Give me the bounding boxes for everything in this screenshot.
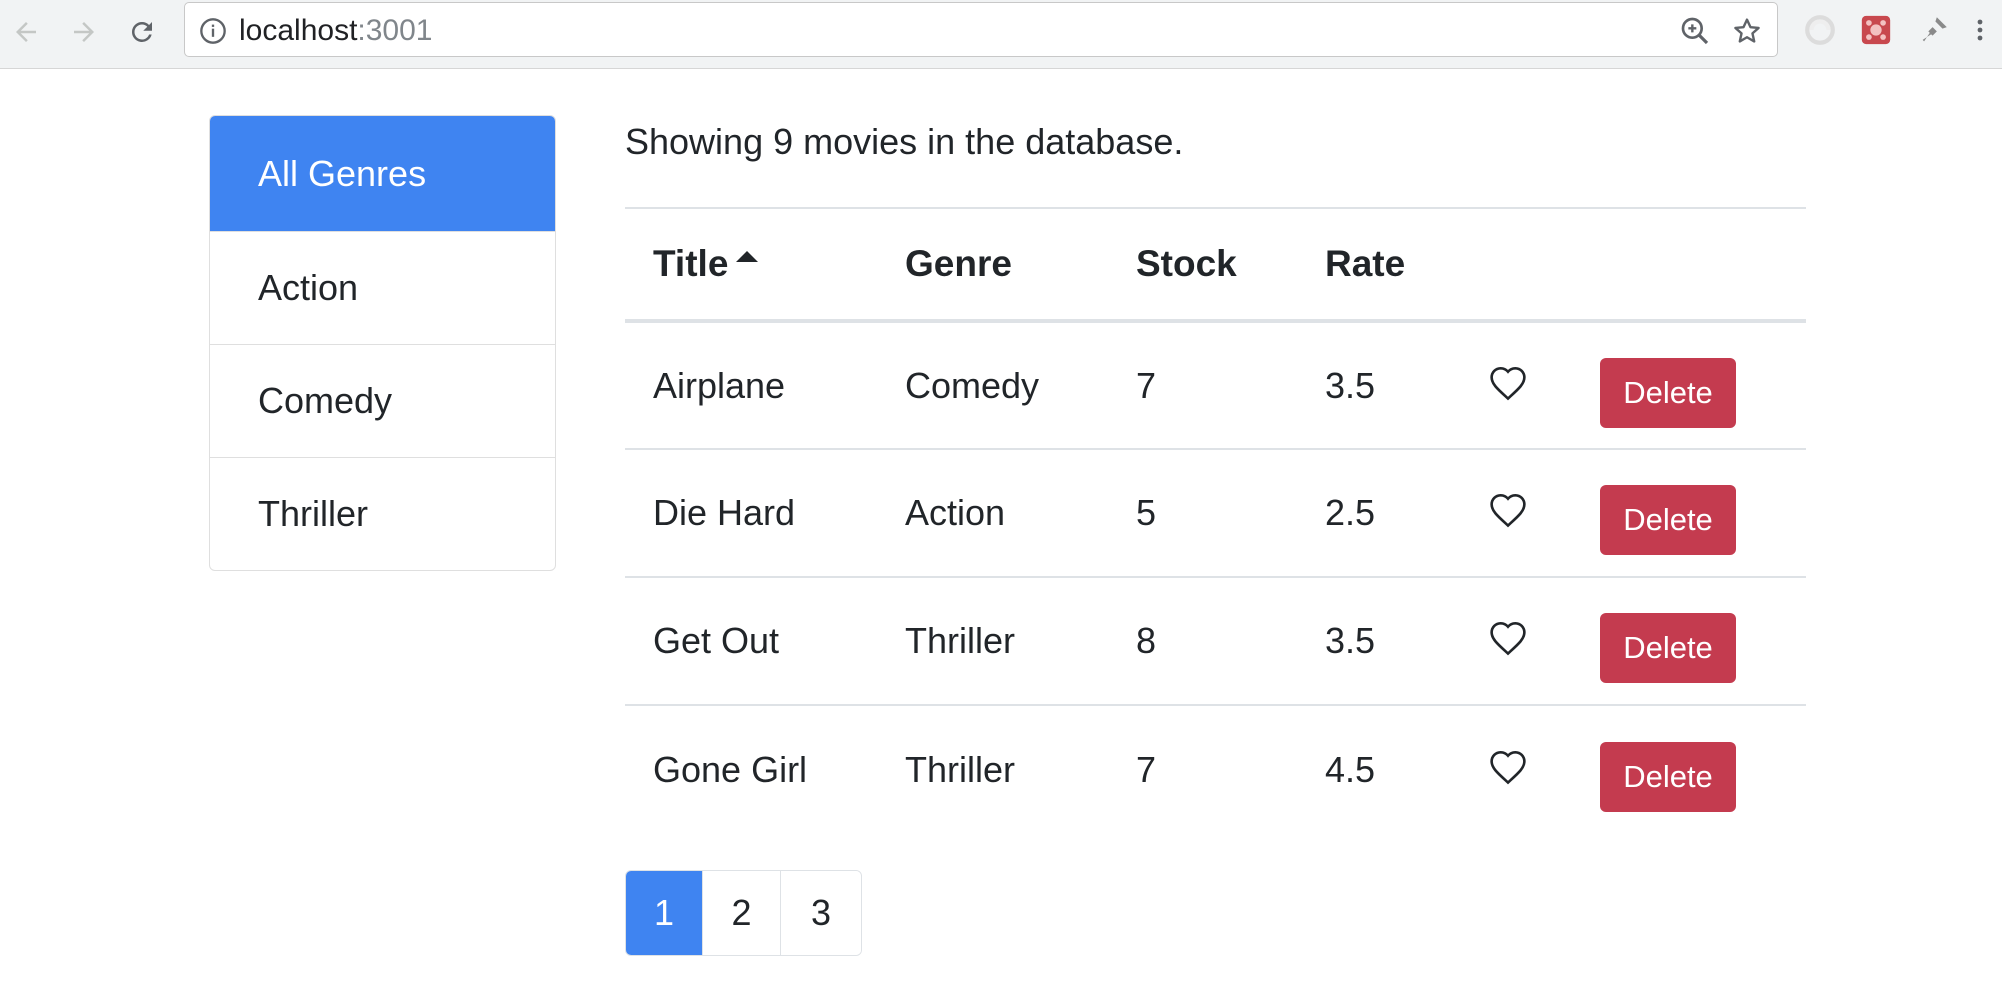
page-link-2[interactable]: 2 bbox=[702, 871, 780, 955]
url-host: localhost bbox=[239, 14, 358, 47]
delete-button[interactable]: Delete bbox=[1600, 741, 1736, 812]
zoom-icon[interactable] bbox=[1679, 15, 1711, 47]
cell-genre: Comedy bbox=[877, 321, 1108, 450]
sort-ascending-icon bbox=[736, 251, 759, 262]
column-header-title[interactable]: Title bbox=[625, 207, 877, 323]
genre-list: All Genres Action Comedy Thriller bbox=[209, 115, 556, 571]
address-bar[interactable]: localhost:3001 bbox=[184, 2, 1778, 57]
heart-outline-icon[interactable] bbox=[1488, 365, 1528, 401]
table-header-row: Title Genre Stock Rate bbox=[625, 207, 1806, 323]
column-header-rate[interactable]: Rate bbox=[1297, 207, 1460, 323]
cell-genre: Thriller bbox=[905, 748, 1016, 790]
cell-title: Gone Girl bbox=[653, 748, 808, 790]
cell-like bbox=[1460, 449, 1572, 578]
genre-item-all-genres[interactable]: All Genres bbox=[210, 116, 555, 231]
column-header-like bbox=[1460, 207, 1572, 323]
page-link-3[interactable]: 3 bbox=[780, 871, 861, 955]
browser-toolbar: localhost:3001 bbox=[0, 0, 2002, 69]
cell-title: Airplane bbox=[625, 321, 877, 450]
back-arrow-icon[interactable] bbox=[4, 10, 48, 54]
cell-stock: 5 bbox=[1108, 449, 1297, 578]
delete-button[interactable]: Delete bbox=[1600, 485, 1736, 555]
cell-stock: 8 bbox=[1108, 577, 1297, 706]
movies-table: Title Genre Stock Rate Airplane Comedy 7… bbox=[625, 207, 1806, 833]
table-row: Airplane Comedy 7 3.5 Delete bbox=[625, 321, 1806, 450]
heart-outline-icon[interactable] bbox=[1488, 492, 1528, 528]
genre-item-thriller[interactable]: Thriller bbox=[210, 457, 555, 570]
extension-icon[interactable] bbox=[1858, 12, 1894, 48]
extension-icon[interactable] bbox=[1916, 12, 1952, 48]
cell-genre: Thriller bbox=[877, 577, 1108, 706]
info-icon[interactable] bbox=[199, 17, 227, 45]
cell-rate: 3.5 bbox=[1297, 577, 1460, 706]
url-port: :3001 bbox=[357, 14, 433, 47]
table-row: Die Hard Action 5 2.5 Delete bbox=[625, 449, 1806, 578]
extension-icon[interactable] bbox=[1802, 12, 1838, 48]
url-text: localhost:3001 bbox=[239, 14, 432, 48]
heart-outline-icon[interactable] bbox=[1488, 749, 1528, 785]
cell-rate: 2.5 bbox=[1297, 449, 1460, 578]
delete-button[interactable]: Delete bbox=[1600, 357, 1736, 428]
cell-like bbox=[1460, 577, 1572, 706]
genre-item-action[interactable]: Action bbox=[210, 231, 555, 344]
cell-delete: Delete bbox=[1572, 449, 1806, 578]
column-header-genre[interactable]: Genre bbox=[877, 207, 1108, 323]
cell-stock: 7 bbox=[1108, 321, 1297, 450]
cell-delete: Delete bbox=[1572, 705, 1806, 833]
cell-rate: 4.5 bbox=[1325, 748, 1376, 790]
page-link-1[interactable]: 1 bbox=[626, 871, 702, 955]
cell-rate: 3.5 bbox=[1297, 321, 1460, 450]
movies-count-text: Showing 9 movies in the database. bbox=[625, 121, 1184, 162]
star-icon[interactable] bbox=[1731, 15, 1763, 47]
cell-genre: Action bbox=[877, 449, 1108, 578]
table-row: Get Out Thriller 8 3.5 Delete bbox=[625, 577, 1806, 706]
column-header-stock[interactable]: Stock bbox=[1108, 207, 1297, 323]
cell-like bbox=[1460, 321, 1572, 450]
column-header-title-label: Title bbox=[653, 243, 729, 284]
cell-delete: Delete bbox=[1572, 321, 1806, 450]
cell-like bbox=[1460, 705, 1572, 833]
reload-icon[interactable] bbox=[120, 10, 164, 54]
menu-dots-icon[interactable] bbox=[1968, 12, 1992, 48]
genre-item-comedy[interactable]: Comedy bbox=[210, 344, 555, 457]
cell-title: Die Hard bbox=[625, 449, 877, 578]
cell-stock: 7 bbox=[1136, 748, 1157, 790]
delete-button[interactable]: Delete bbox=[1600, 613, 1736, 683]
heart-outline-icon[interactable] bbox=[1488, 620, 1528, 656]
cell-delete: Delete bbox=[1572, 577, 1806, 706]
cell-title: Get Out bbox=[625, 577, 877, 706]
table-row: Gone Girl Thriller 7 4.5 Delete bbox=[625, 705, 1806, 833]
pagination: 1 2 3 bbox=[625, 870, 862, 956]
column-header-delete bbox=[1572, 207, 1806, 323]
forward-arrow-icon[interactable] bbox=[62, 10, 106, 54]
